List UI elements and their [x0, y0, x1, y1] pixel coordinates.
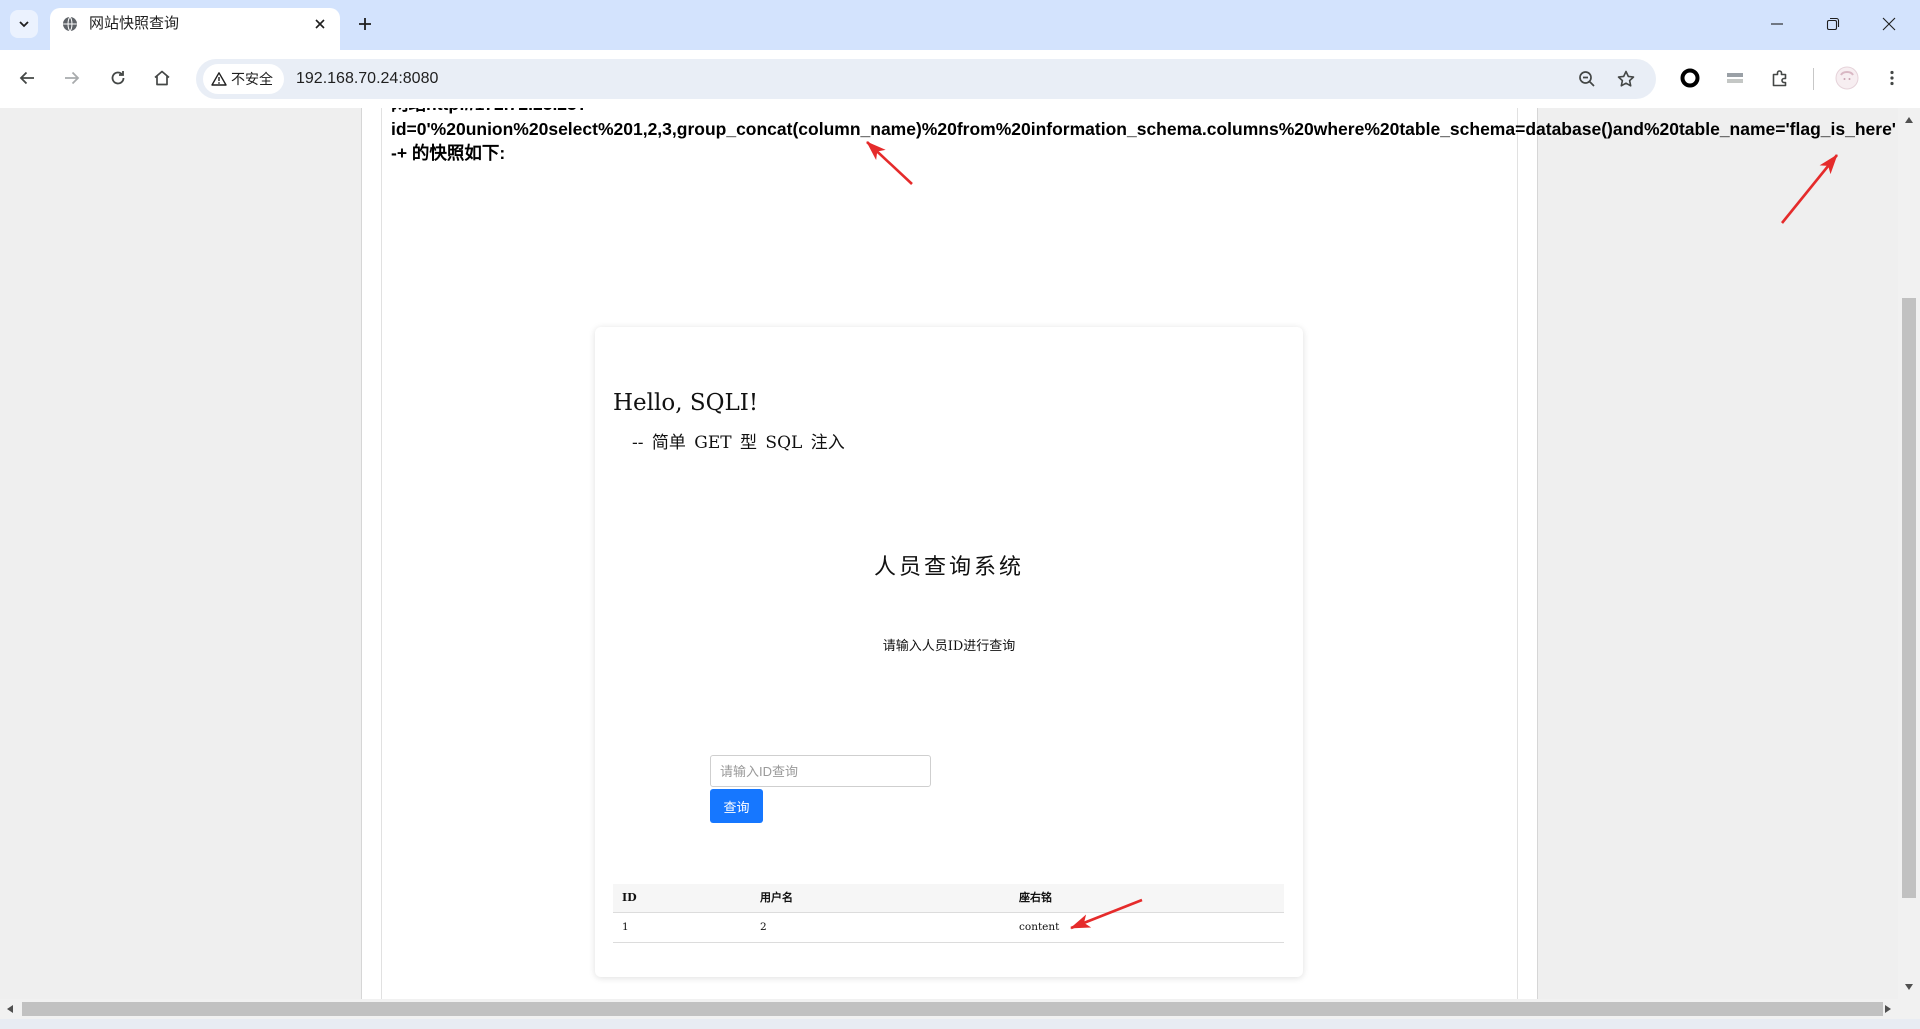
- plus-icon: [356, 15, 374, 33]
- bars-extension-icon[interactable]: [1725, 68, 1745, 88]
- chevron-down-icon: [16, 16, 32, 32]
- restore-button[interactable]: [1819, 10, 1847, 38]
- table-header-row: ID 用户名 座右铭: [613, 884, 1284, 913]
- column-header-id: ID: [622, 891, 637, 904]
- forward-arrow-icon[interactable]: [62, 68, 82, 88]
- home-icon[interactable]: [152, 68, 172, 88]
- url-text[interactable]: 192.168.70.24:8080: [296, 59, 438, 99]
- query-instruction: 请输入人员ID进行查询: [882, 639, 1016, 654]
- tab-search-button[interactable]: [10, 10, 38, 38]
- tab-close-button[interactable]: [311, 15, 329, 33]
- globe-icon: [62, 16, 78, 32]
- security-label: 不安全: [231, 71, 273, 87]
- page-viewport: 网站http://172.72.23.23? id=0'%20union%20s…: [0, 108, 1898, 999]
- zoom-out-icon[interactable]: [1577, 69, 1597, 89]
- avatar[interactable]: [1835, 66, 1859, 90]
- column-header-username: 用户名: [760, 891, 793, 904]
- snapshot-source-line: 网站http://172.72.23.23?: [391, 108, 1896, 117]
- cell-id: 1: [622, 921, 629, 933]
- address-bar[interactable]: 不安全 192.168.70.24:8080: [196, 59, 1656, 99]
- window-close-icon: [1882, 17, 1896, 31]
- bookmark-star-icon[interactable]: [1616, 69, 1636, 89]
- vertical-scrollbar[interactable]: [1898, 108, 1920, 999]
- snapshot-caption: -+ 的快照如下:: [391, 143, 506, 163]
- system-title: 人员查询系统: [873, 555, 1024, 580]
- cell-username: 2: [760, 921, 767, 933]
- toolbar-separator: [1813, 68, 1814, 90]
- cell-motto: content: [1019, 921, 1060, 933]
- sqli-app-card: Hello, SQLI! -- 简单 GET 型 SQL 注入 人员查询系统 请…: [595, 327, 1303, 977]
- scroll-right-arrow-icon[interactable]: [1884, 1004, 1892, 1014]
- taskbar-edge: [0, 1019, 1920, 1029]
- snapshot-query-line: id=0'%20union%20select%201,2,3,group_con…: [391, 118, 1896, 139]
- column-header-motto: 座右铭: [1019, 891, 1052, 904]
- back-arrow-icon[interactable]: [17, 68, 37, 88]
- new-tab-button[interactable]: [355, 14, 375, 34]
- browser-toolbar: 不安全 192.168.70.24:8080: [0, 50, 1920, 108]
- scroll-down-arrow-icon[interactable]: [1904, 983, 1914, 991]
- window-close-button[interactable]: [1875, 10, 1903, 38]
- scroll-left-arrow-icon[interactable]: [6, 1004, 14, 1014]
- warning-icon: [211, 71, 227, 87]
- site-security-chip[interactable]: 不安全: [203, 64, 284, 94]
- query-button[interactable]: 查询: [710, 789, 763, 823]
- tab-active[interactable]: 网站快照查询: [50, 8, 340, 50]
- close-icon: [313, 17, 327, 31]
- greeting-heading: Hello, SQLI!: [613, 390, 759, 416]
- snapshot-header: 网站http://172.72.23.23? id=0'%20union%20s…: [391, 108, 1896, 166]
- reload-icon[interactable]: [108, 68, 128, 88]
- minimize-button[interactable]: [1763, 10, 1791, 38]
- result-table: ID 用户名 座右铭 1 2 content: [613, 884, 1284, 943]
- id-search-input[interactable]: [710, 755, 931, 787]
- horizontal-scrollbar[interactable]: [0, 999, 1898, 1019]
- lab-subtitle: -- 简单 GET 型 SQL 注入: [632, 433, 845, 453]
- kebab-menu-icon[interactable]: [1882, 68, 1902, 88]
- vertical-scroll-thumb[interactable]: [1902, 298, 1916, 898]
- scroll-up-arrow-icon[interactable]: [1904, 116, 1914, 124]
- tab-strip: 网站快照查询: [0, 0, 1920, 50]
- record-extension-icon[interactable]: [1679, 67, 1701, 89]
- restore-icon: [1826, 17, 1840, 31]
- horizontal-scroll-thumb[interactable]: [22, 1002, 1883, 1016]
- tab-title: 网站快照查询: [89, 15, 180, 32]
- minimize-icon: [1770, 17, 1784, 31]
- table-row: 1 2 content: [613, 913, 1284, 943]
- puzzle-icon[interactable]: [1770, 68, 1790, 88]
- scrollbar-corner: [1898, 999, 1920, 1019]
